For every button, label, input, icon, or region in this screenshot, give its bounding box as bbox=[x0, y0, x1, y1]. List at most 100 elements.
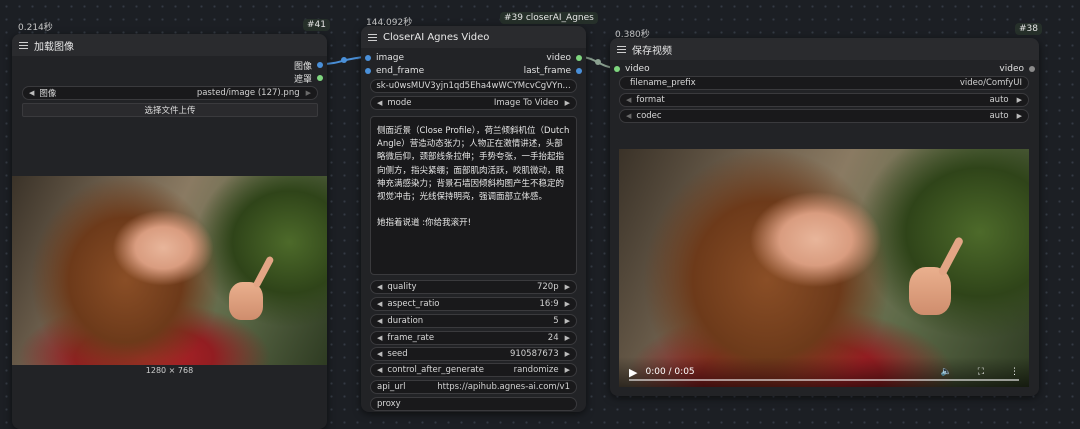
menu-icon[interactable] bbox=[19, 41, 28, 49]
arrow-left-icon[interactable]: ◀ bbox=[377, 350, 382, 358]
arrow-right-icon[interactable]: ▶ bbox=[565, 334, 570, 342]
arrow-left-icon[interactable]: ◀ bbox=[377, 300, 382, 308]
arrow-left-icon[interactable]: ◀ bbox=[626, 96, 631, 104]
video-progress-bar[interactable] bbox=[629, 379, 1019, 381]
text-label: proxy bbox=[377, 399, 401, 409]
arrow-right-icon[interactable]: ▶ bbox=[565, 99, 570, 107]
seed-number[interactable]: ◀ seed 910587673 ▶ bbox=[370, 347, 577, 361]
upload-button[interactable]: 选择文件上传 bbox=[22, 103, 318, 117]
proxy-field[interactable]: proxy bbox=[370, 397, 577, 411]
number-value: 24 bbox=[547, 333, 559, 343]
arrow-left-icon[interactable]: ◀ bbox=[377, 317, 382, 325]
combo-value: pasted/image (127).png bbox=[196, 88, 300, 98]
combo-value: 16:9 bbox=[539, 299, 559, 309]
number-label: duration bbox=[387, 316, 424, 326]
mode-combo[interactable]: ◀ mode Image To Video ▶ bbox=[370, 96, 577, 110]
slot-dot-icon[interactable] bbox=[576, 68, 582, 74]
combo-label: control_after_generate bbox=[387, 365, 484, 375]
slot-dot-icon[interactable] bbox=[365, 68, 371, 74]
volume-icon[interactable]: 🔈 bbox=[940, 367, 951, 377]
node-title: 加载图像 bbox=[34, 41, 74, 53]
input-slot-end-frame[interactable]: end_frame bbox=[365, 65, 424, 77]
text-label: filename_prefix bbox=[630, 78, 696, 88]
arrow-right-icon[interactable]: ▶ bbox=[565, 300, 570, 308]
arrow-left-icon[interactable]: ◀ bbox=[377, 366, 382, 374]
codec-combo[interactable]: ◀ codec auto ▶ bbox=[619, 109, 1029, 123]
filename-prefix-field[interactable]: filename_prefix video/ComfyUI bbox=[619, 76, 1029, 90]
more-options-icon[interactable]: ⋮ bbox=[1010, 367, 1019, 377]
slot-dot-icon[interactable] bbox=[317, 75, 323, 81]
slot-dot-icon[interactable] bbox=[317, 62, 323, 68]
combo-value: auto bbox=[989, 95, 1009, 105]
combo-label: codec bbox=[636, 111, 662, 121]
slot-dot-icon[interactable] bbox=[365, 55, 371, 61]
slot-dot-icon[interactable] bbox=[614, 66, 620, 72]
video-time: 0:00 / 0:05 bbox=[645, 367, 695, 377]
output-label-video: video bbox=[999, 64, 1024, 74]
number-value: 5 bbox=[553, 316, 559, 326]
node41-timer: 0.214秒 bbox=[18, 23, 53, 33]
aspect-ratio-combo[interactable]: ◀ aspect_ratio 16:9 ▶ bbox=[370, 297, 577, 311]
combo-value: 720p bbox=[536, 282, 559, 292]
node41-badge: #41 bbox=[303, 19, 330, 31]
node-title-bar[interactable]: 加载图像 bbox=[12, 34, 327, 56]
arrow-left-icon[interactable]: ◀ bbox=[377, 283, 382, 291]
arrow-right-icon[interactable]: ▶ bbox=[565, 317, 570, 325]
arrow-right-icon[interactable]: ▶ bbox=[565, 283, 570, 291]
preview-image bbox=[12, 176, 327, 365]
play-icon[interactable]: ▶ bbox=[629, 366, 637, 379]
node-title-bar[interactable]: CloserAI Agnes Video bbox=[361, 26, 586, 48]
arrow-right-icon[interactable]: ▶ bbox=[565, 350, 570, 358]
fullscreen-icon[interactable]: ⛶ bbox=[978, 367, 984, 377]
control-after-generate-combo[interactable]: ◀ control_after_generate randomize ▶ bbox=[370, 363, 577, 377]
format-combo[interactable]: ◀ format auto ▶ bbox=[619, 93, 1029, 107]
arrow-left-icon[interactable]: ◀ bbox=[377, 334, 382, 342]
input-label-end-frame: end_frame bbox=[376, 66, 425, 76]
text-value: https://apihub.agnes-ai.com/v1 bbox=[437, 382, 570, 392]
arrow-left-icon[interactable]: ◀ bbox=[626, 112, 631, 120]
api-key-value: sk-u0wsMUV3yjn1qd5Eha4wWCYMcvCgVYn... bbox=[376, 81, 571, 91]
text-label: api_url bbox=[377, 382, 406, 392]
output-slot-image[interactable]: 图像 bbox=[293, 59, 323, 72]
output-slot-mask[interactable]: 遮罩 bbox=[294, 72, 323, 85]
arrow-left-icon[interactable]: ◀ bbox=[377, 99, 382, 107]
input-slot-video[interactable]: video bbox=[614, 63, 650, 75]
quality-combo[interactable]: ◀ quality 720p ▶ bbox=[370, 280, 577, 294]
number-label: frame_rate bbox=[387, 333, 435, 343]
output-label-video: video bbox=[546, 53, 571, 63]
arrow-right-icon[interactable]: ▶ bbox=[306, 89, 311, 97]
output-slot-video[interactable]: video bbox=[546, 52, 582, 64]
combo-label: 图像 bbox=[39, 89, 57, 99]
output-slot-video[interactable]: video bbox=[999, 63, 1035, 75]
output-label-last-frame: last_frame bbox=[523, 66, 571, 76]
number-label: seed bbox=[387, 349, 408, 359]
slot-dot-icon[interactable] bbox=[576, 55, 582, 61]
node-load-image[interactable]: 加载图像 图像 遮罩 ◀ 图像 pasted/image (127).png ▶ … bbox=[12, 34, 327, 429]
combo-value: Image To Video bbox=[493, 98, 559, 108]
arrow-right-icon[interactable]: ▶ bbox=[565, 366, 570, 374]
frame-rate-number[interactable]: ◀ frame_rate 24 ▶ bbox=[370, 331, 577, 345]
text-value: video/ComfyUI bbox=[959, 78, 1022, 88]
prompt-textarea[interactable]: 侧面近景（Close Profile），荷兰倾斜机位（Dutch Angle）营… bbox=[370, 116, 577, 275]
api-key-field[interactable]: sk-u0wsMUV3yjn1qd5Eha4wWCYMcvCgVYn... bbox=[370, 79, 577, 93]
output-slot-last-frame[interactable]: last_frame bbox=[524, 65, 582, 77]
node-save-video[interactable]: 保存视频 video video filename_prefix video/C… bbox=[610, 38, 1039, 396]
arrow-right-icon[interactable]: ▶ bbox=[1017, 112, 1022, 120]
node-title: CloserAI Agnes Video bbox=[383, 31, 490, 43]
combo-label: mode bbox=[387, 98, 412, 108]
menu-icon[interactable] bbox=[368, 33, 377, 41]
menu-icon[interactable] bbox=[617, 45, 626, 53]
image-combo[interactable]: ◀ 图像 pasted/image (127).png ▶ bbox=[22, 86, 318, 100]
slot-dot-icon[interactable] bbox=[1029, 66, 1035, 72]
output-label-image: 图像 bbox=[293, 61, 312, 72]
input-slot-image[interactable]: image bbox=[365, 52, 404, 64]
node-closerai-agnes-video[interactable]: CloserAI Agnes Video image end_frame vid… bbox=[361, 26, 586, 412]
node38-badge: #38 bbox=[1015, 23, 1042, 35]
node-title-bar[interactable]: 保存视频 bbox=[610, 38, 1039, 60]
duration-number[interactable]: ◀ duration 5 ▶ bbox=[370, 314, 577, 328]
api-url-field[interactable]: api_url https://apihub.agnes-ai.com/v1 bbox=[370, 380, 577, 394]
arrow-left-icon[interactable]: ◀ bbox=[29, 89, 34, 97]
video-player[interactable]: ▶ 0:00 / 0:05 🔈 ⛶ ⋮ bbox=[619, 149, 1029, 387]
combo-label: aspect_ratio bbox=[387, 299, 440, 309]
arrow-right-icon[interactable]: ▶ bbox=[1017, 96, 1022, 104]
